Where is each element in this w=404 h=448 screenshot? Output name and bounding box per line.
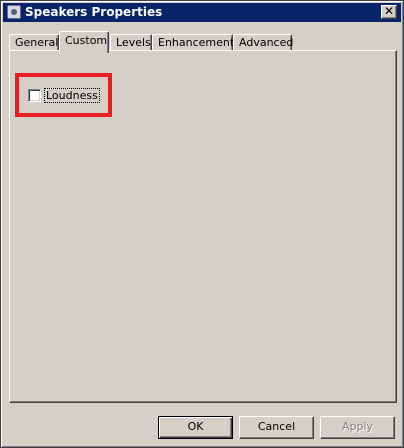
ok-button[interactable]: OK	[158, 416, 233, 439]
loudness-label[interactable]: Loudness	[44, 87, 100, 103]
tab-advanced[interactable]: Advanced	[233, 34, 293, 51]
loudness-checkbox[interactable]	[28, 88, 41, 102]
window-title: Speakers Properties	[25, 5, 163, 19]
speaker-icon	[7, 5, 21, 19]
loudness-option[interactable]: Loudness	[28, 87, 100, 103]
tab-general[interactable]: General	[9, 34, 59, 51]
tab-custom[interactable]: Custom	[59, 31, 109, 53]
title-bar[interactable]: Speakers Properties ✕	[3, 3, 401, 22]
speakers-properties-dialog: Speakers Properties ✕ General Custom Lev…	[0, 0, 404, 448]
cancel-button[interactable]: Cancel	[239, 416, 314, 439]
close-button[interactable]: ✕	[381, 5, 397, 19]
apply-button[interactable]: Apply	[320, 416, 395, 439]
tab-enhancements[interactable]: Enhancements	[152, 34, 240, 51]
tab-levels[interactable]: Levels	[110, 34, 152, 51]
